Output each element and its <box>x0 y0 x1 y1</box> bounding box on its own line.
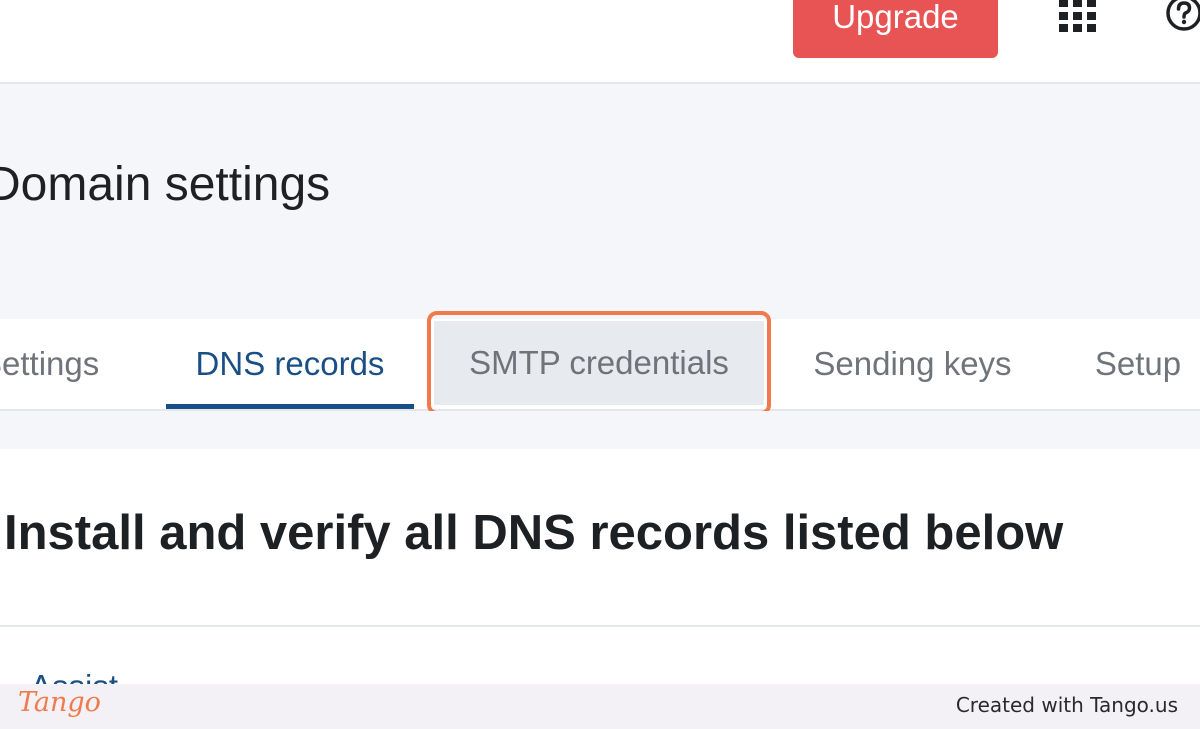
tango-logo: Tango <box>18 687 101 718</box>
dns-records-section <box>0 449 1200 689</box>
tab-setup[interactable]: Setup <box>1078 319 1198 409</box>
grid-apps-icon[interactable] <box>1058 0 1098 34</box>
upgrade-button[interactable]: Upgrade <box>793 0 998 58</box>
section-divider <box>0 625 1200 627</box>
active-tab-indicator <box>166 404 414 409</box>
footer-credit: Created with Tango.us <box>955 693 1178 717</box>
app-window: Upgrade Domain settings Settings DNS rec… <box>0 0 1200 729</box>
tab-bar: Settings DNS records SMTP credentials Se… <box>0 319 1200 411</box>
help-circle-icon[interactable] <box>1163 0 1200 34</box>
tab-smtp-credentials[interactable]: SMTP credentials <box>434 321 764 405</box>
top-navigation-bar: Upgrade <box>0 0 1200 84</box>
section-spacer <box>0 411 1200 449</box>
tab-sending-keys[interactable]: Sending keys <box>790 319 1035 409</box>
section-heading: Install and verify all DNS records liste… <box>4 506 1064 560</box>
tab-settings[interactable]: Settings <box>0 319 130 409</box>
tab-dns-records[interactable]: DNS records <box>166 319 414 409</box>
page-title: Domain settings <box>0 158 331 211</box>
